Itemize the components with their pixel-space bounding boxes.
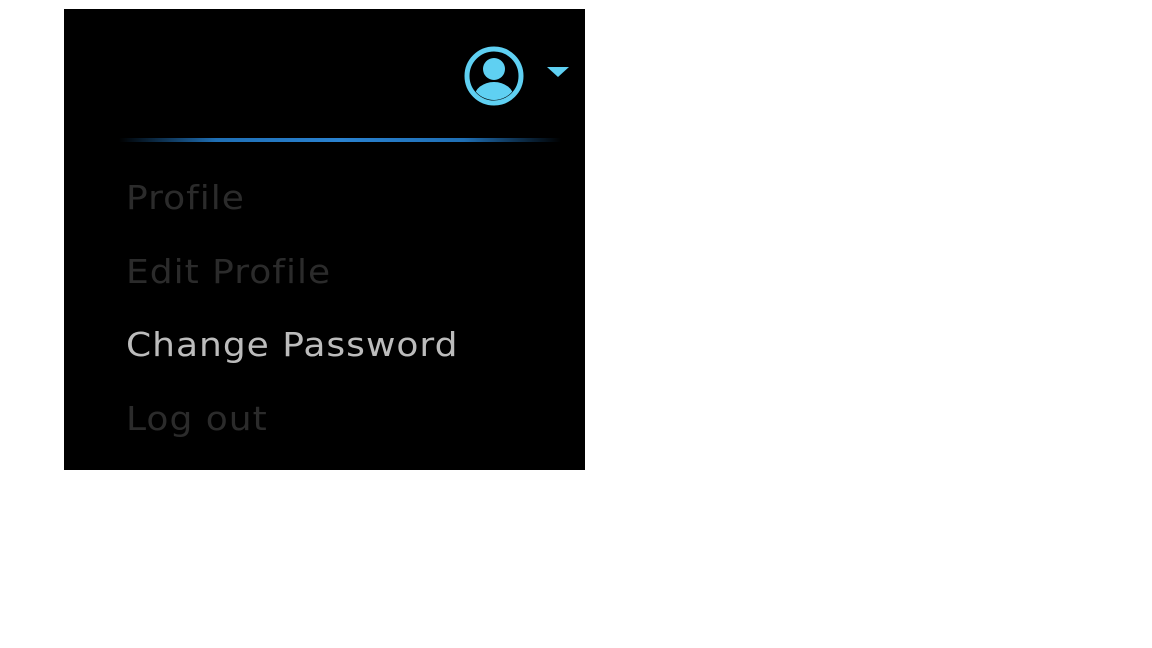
menu-item-log-out[interactable]: Log out [126, 398, 458, 471]
user-menu-header [64, 9, 585, 139]
menu-item-edit-profile[interactable]: Edit Profile [126, 251, 458, 325]
menu-item-change-password[interactable]: Change Password [126, 324, 458, 398]
menu-item-label: Change Password [126, 326, 459, 365]
menu-divider [119, 138, 561, 142]
caret-down-icon[interactable] [547, 67, 569, 77]
menu-item-label: Edit Profile [126, 253, 332, 291]
menu-item-label: Log out [126, 400, 268, 438]
user-avatar-button[interactable] [464, 46, 524, 106]
user-dropdown-panel: Profile Edit Profile Change Password Log… [64, 9, 585, 470]
user-menu-list: Profile Edit Profile Change Password Log… [126, 177, 458, 470]
menu-item-profile[interactable]: Profile [126, 177, 458, 251]
menu-item-label: Profile [126, 179, 245, 218]
user-circle-icon [464, 46, 524, 106]
